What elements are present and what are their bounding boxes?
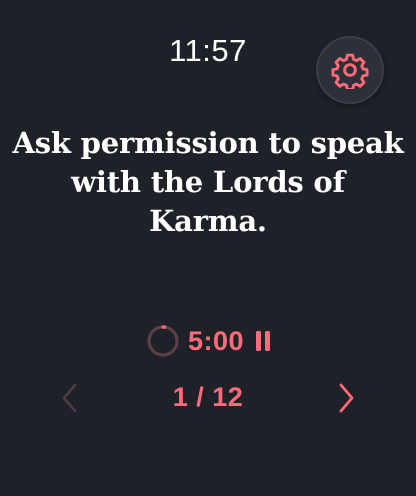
timer: 5:00	[0, 324, 416, 358]
timer-progress-ring	[147, 325, 179, 357]
settings-button[interactable]	[316, 36, 384, 104]
prompt-text: Ask permission to speak with the Lords o…	[12, 126, 404, 238]
pause-icon	[256, 331, 262, 351]
pager: 1 / 12	[0, 378, 416, 418]
chevron-right-icon	[339, 383, 354, 413]
pause-button[interactable]	[256, 326, 271, 356]
timer-remaining: 5:00	[187, 325, 245, 356]
next-button[interactable]	[326, 378, 366, 418]
gear-icon	[331, 53, 369, 89]
